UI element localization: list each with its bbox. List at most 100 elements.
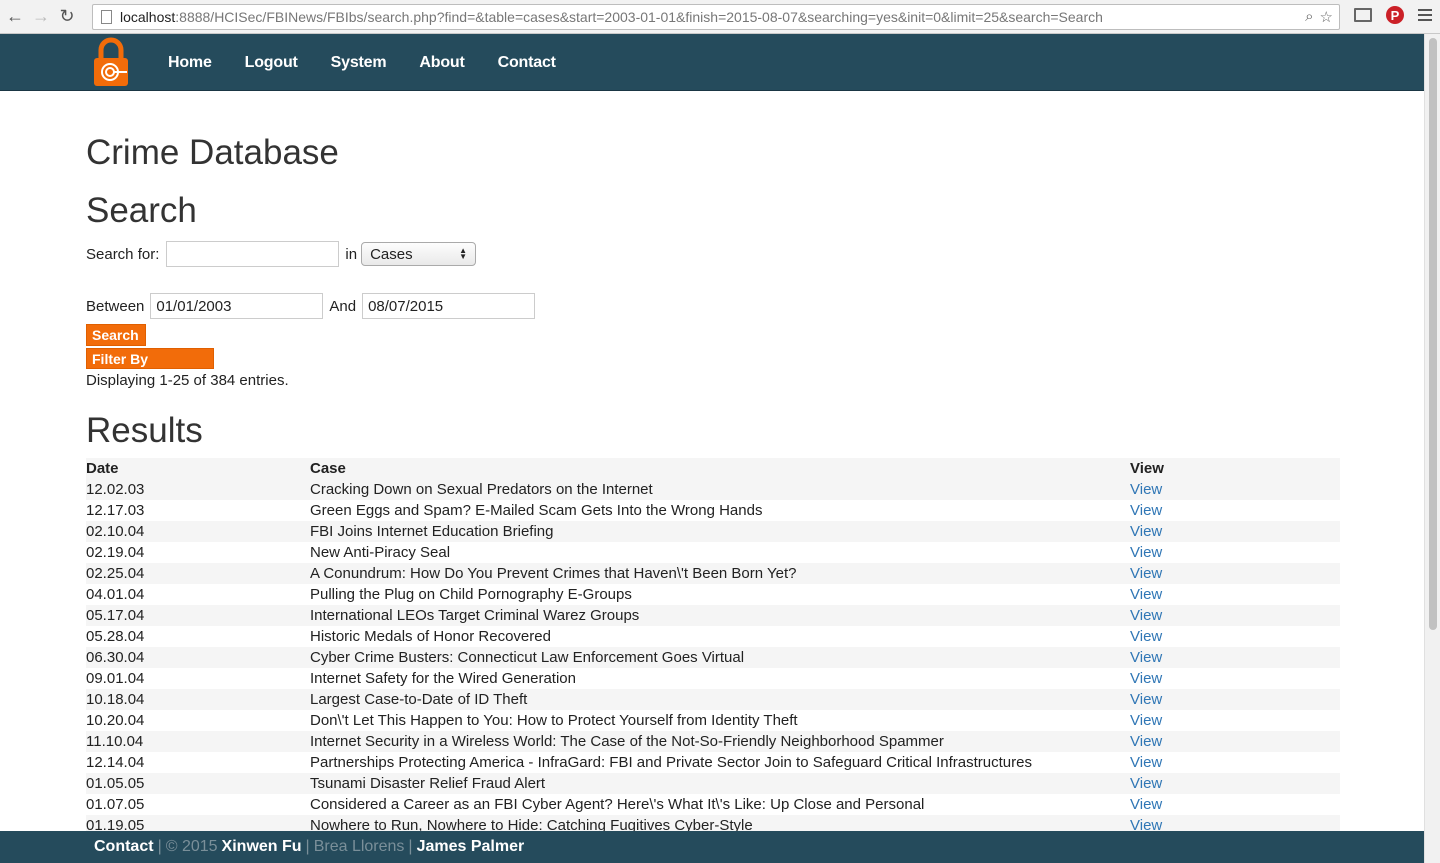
- table-row: 01.07.05 Considered a Career as an FBI Cy…: [86, 794, 1340, 815]
- browser-menu-icon[interactable]: [1418, 9, 1432, 21]
- view-link[interactable]: View: [1130, 796, 1162, 813]
- view-link[interactable]: View: [1130, 607, 1162, 624]
- row-view-cell: View: [1130, 521, 1340, 542]
- search-button[interactable]: Search: [86, 324, 146, 346]
- view-link[interactable]: View: [1130, 481, 1162, 498]
- footer-separator: |: [157, 838, 162, 855]
- row-view-cell: View: [1130, 689, 1340, 710]
- column-header-view: View: [1130, 460, 1164, 477]
- footer-separator: |: [305, 838, 310, 855]
- footer-copyright: © 2015: [165, 838, 218, 855]
- page-title: Crime Database: [86, 133, 339, 172]
- view-link[interactable]: View: [1130, 544, 1162, 561]
- row-date: 10.18.04: [86, 691, 145, 708]
- select-arrows-icon: ▲ ▼: [459, 246, 468, 261]
- row-view-cell: View: [1130, 731, 1340, 752]
- row-view-cell: View: [1130, 500, 1340, 521]
- table-row: 02.25.04 A Conundrum: How Do You Prevent …: [86, 563, 1340, 584]
- nav-about[interactable]: About: [419, 54, 464, 72]
- end-date-field[interactable]: [362, 293, 536, 319]
- row-date: 12.02.03: [86, 481, 145, 498]
- row-date: 01.07.05: [86, 796, 145, 813]
- row-case-title: FBI Joins Internet Education Briefing: [310, 523, 554, 540]
- row-date: 04.01.04: [86, 586, 145, 603]
- search-input[interactable]: [166, 241, 340, 267]
- address-bar[interactable]: localhost:8888/HCISec/FBINews/FBIbs/sear…: [92, 4, 1340, 30]
- view-link[interactable]: View: [1130, 691, 1162, 708]
- view-link[interactable]: View: [1130, 754, 1162, 771]
- url-host: localhost: [120, 9, 176, 25]
- row-date: 06.30.04: [86, 649, 145, 666]
- table-row: 05.28.04 Historic Medals of Honor Recover…: [86, 626, 1340, 647]
- table-row: 11.10.04 Internet Security in a Wireless …: [86, 731, 1340, 752]
- table-row: 05.17.04 International LEOs Target Crimin…: [86, 605, 1340, 626]
- row-case-title: New Anti-Piracy Seal: [310, 544, 451, 561]
- nav-home[interactable]: Home: [168, 54, 212, 72]
- back-arrow-icon[interactable]: ←: [4, 6, 26, 28]
- row-case-title: Partnerships Protecting America - InfraG…: [310, 754, 1032, 771]
- row-case-title: Cyber Crime Busters: Connecticut Law Enf…: [310, 649, 745, 666]
- page-icon: [101, 10, 112, 24]
- footer-author-link[interactable]: James Palmer: [417, 838, 525, 856]
- view-link[interactable]: View: [1130, 628, 1162, 645]
- row-case-title: Don\'t Let This Happen to You: How to Pr…: [310, 712, 798, 729]
- row-case-title: International LEOs Target Criminal Warez…: [310, 607, 640, 624]
- pinterest-icon[interactable]: P: [1386, 6, 1404, 24]
- column-header-case: Case: [310, 460, 346, 477]
- results-heading: Results: [86, 411, 203, 450]
- table-row: 04.01.04 Pulling the Plug on Child Pornog…: [86, 584, 1340, 605]
- table-select[interactable]: Cases ▲ ▼: [361, 242, 477, 266]
- row-date: 02.10.04: [86, 523, 145, 540]
- table-row: 09.01.04 Internet Safety for the Wired Ge…: [86, 668, 1340, 689]
- row-date: 12.14.04: [86, 754, 145, 771]
- row-view-cell: View: [1130, 542, 1340, 563]
- row-view-cell: View: [1130, 794, 1340, 815]
- reload-icon[interactable]: ↻: [56, 6, 78, 28]
- padlock-logo-icon[interactable]: [93, 37, 129, 87]
- zoom-icon[interactable]: ⌕: [1305, 8, 1313, 26]
- table-row: 12.14.04 Partnerships Protecting America …: [86, 752, 1340, 773]
- filter-by-category-button[interactable]: Filter By Category: [86, 348, 214, 383]
- column-header-date: Date: [86, 460, 119, 477]
- nav-contact[interactable]: Contact: [498, 54, 556, 72]
- page-scrollbar[interactable]: [1424, 34, 1440, 863]
- table-row: 06.30.04 Cyber Crime Busters: Connecticut…: [86, 647, 1340, 668]
- cast-icon[interactable]: [1354, 8, 1372, 22]
- view-link[interactable]: View: [1130, 586, 1162, 603]
- footer-author-link[interactable]: Brea Llorens: [314, 838, 405, 856]
- row-view-cell: View: [1130, 563, 1340, 584]
- table-row: 02.10.04 FBI Joins Internet Education Bri…: [86, 521, 1340, 542]
- row-case-title: Green Eggs and Spam? E-Mailed Scam Gets …: [310, 502, 763, 519]
- view-link[interactable]: View: [1130, 733, 1162, 750]
- view-link[interactable]: View: [1130, 649, 1162, 666]
- row-view-cell: View: [1130, 647, 1340, 668]
- start-date-field[interactable]: [150, 293, 324, 319]
- footer-contact-link[interactable]: Contact: [94, 838, 154, 856]
- nav-logout[interactable]: Logout: [245, 54, 298, 72]
- row-view-cell: View: [1130, 626, 1340, 647]
- view-link[interactable]: View: [1130, 502, 1162, 519]
- row-date: 05.28.04: [86, 628, 145, 645]
- row-date: 05.17.04: [86, 607, 145, 624]
- forward-arrow-icon[interactable]: →: [30, 6, 52, 28]
- view-link[interactable]: View: [1130, 712, 1162, 729]
- table-header-row: Date Case View: [86, 458, 1340, 479]
- scrollbar-thumb[interactable]: [1429, 38, 1437, 630]
- view-link[interactable]: View: [1130, 565, 1162, 582]
- and-label: And: [329, 297, 357, 315]
- table-select-value: Cases: [370, 245, 413, 263]
- row-view-cell: View: [1130, 668, 1340, 689]
- row-case-title: Internet Safety for the Wired Generation: [310, 670, 576, 687]
- search-row: Search for: in Cases ▲ ▼: [86, 241, 477, 267]
- footer-author-link[interactable]: Xinwen Fu: [222, 838, 302, 856]
- view-link[interactable]: View: [1130, 670, 1162, 687]
- row-view-cell: View: [1130, 773, 1340, 794]
- nav-system[interactable]: System: [331, 54, 387, 72]
- row-case-title: Cracking Down on Sexual Predators on the…: [310, 481, 653, 498]
- view-link[interactable]: View: [1130, 775, 1162, 792]
- row-case-title: A Conundrum: How Do You Prevent Crimes t…: [310, 565, 797, 582]
- view-link[interactable]: View: [1130, 523, 1162, 540]
- bookmark-star-icon[interactable]: ☆: [1320, 8, 1333, 26]
- row-date: 01.05.05: [86, 775, 145, 792]
- url-path: :8888/HCISec/FBINews/FBIbs/search.php?fi…: [175, 9, 1103, 25]
